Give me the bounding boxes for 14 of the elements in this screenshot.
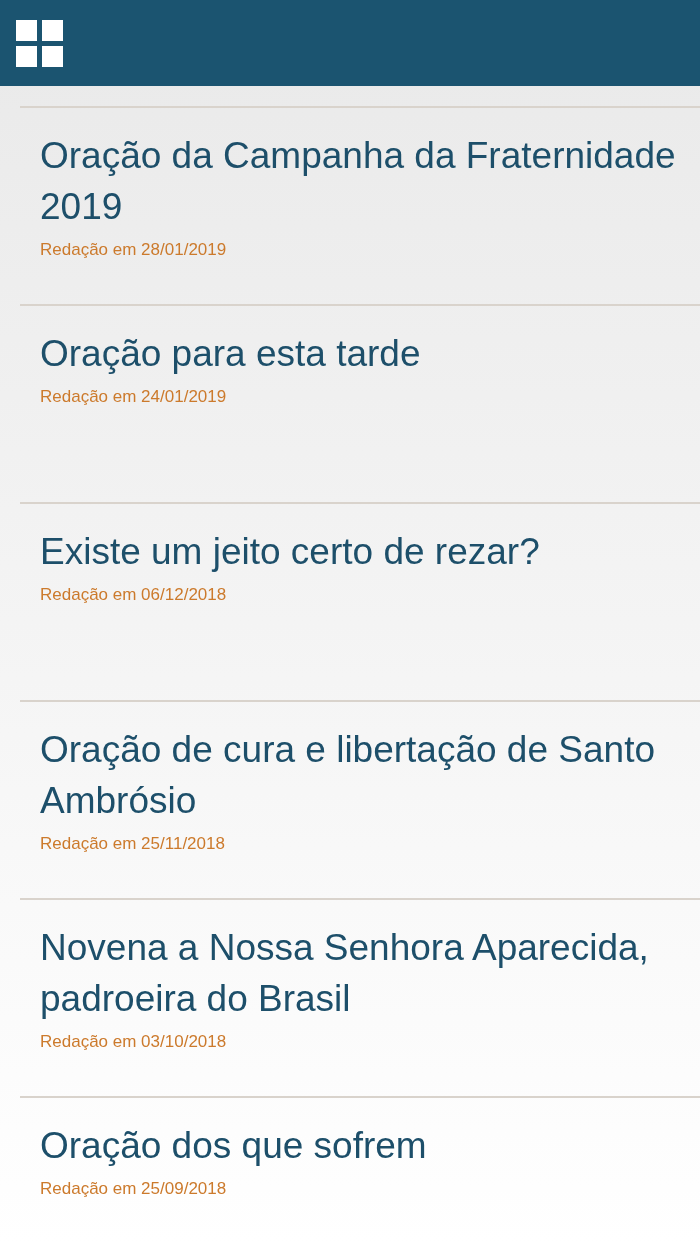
article-date: Redação em 25/09/2018 (40, 1179, 228, 1199)
menu-button[interactable] (16, 19, 63, 67)
article-date: Redação em 28/01/2019 (40, 240, 228, 260)
article-title[interactable]: Oração da Campanha da Fraternidade 2019 (40, 130, 680, 232)
article-title[interactable]: Oração de cura e libertação de Santo Ambrósio (40, 724, 680, 826)
article-title[interactable]: Novena a Nossa Senhora Aparecida, padroeira do Brasil (40, 922, 680, 1024)
article-date: Redação em 24/01/2019 (40, 387, 228, 407)
article-date: Redação em 06/12/2018 (40, 585, 228, 605)
article-title[interactable]: Oração para esta tarde (40, 328, 680, 379)
article-title[interactable]: Existe um jeito certo de rezar? (40, 526, 680, 577)
article-date: Redação em 25/11/2018 (40, 834, 226, 854)
article-date: Redação em 03/10/2018 (40, 1032, 228, 1052)
grid-menu-icon (16, 19, 63, 67)
article-title[interactable]: Oração dos que sofrem (40, 1120, 680, 1171)
